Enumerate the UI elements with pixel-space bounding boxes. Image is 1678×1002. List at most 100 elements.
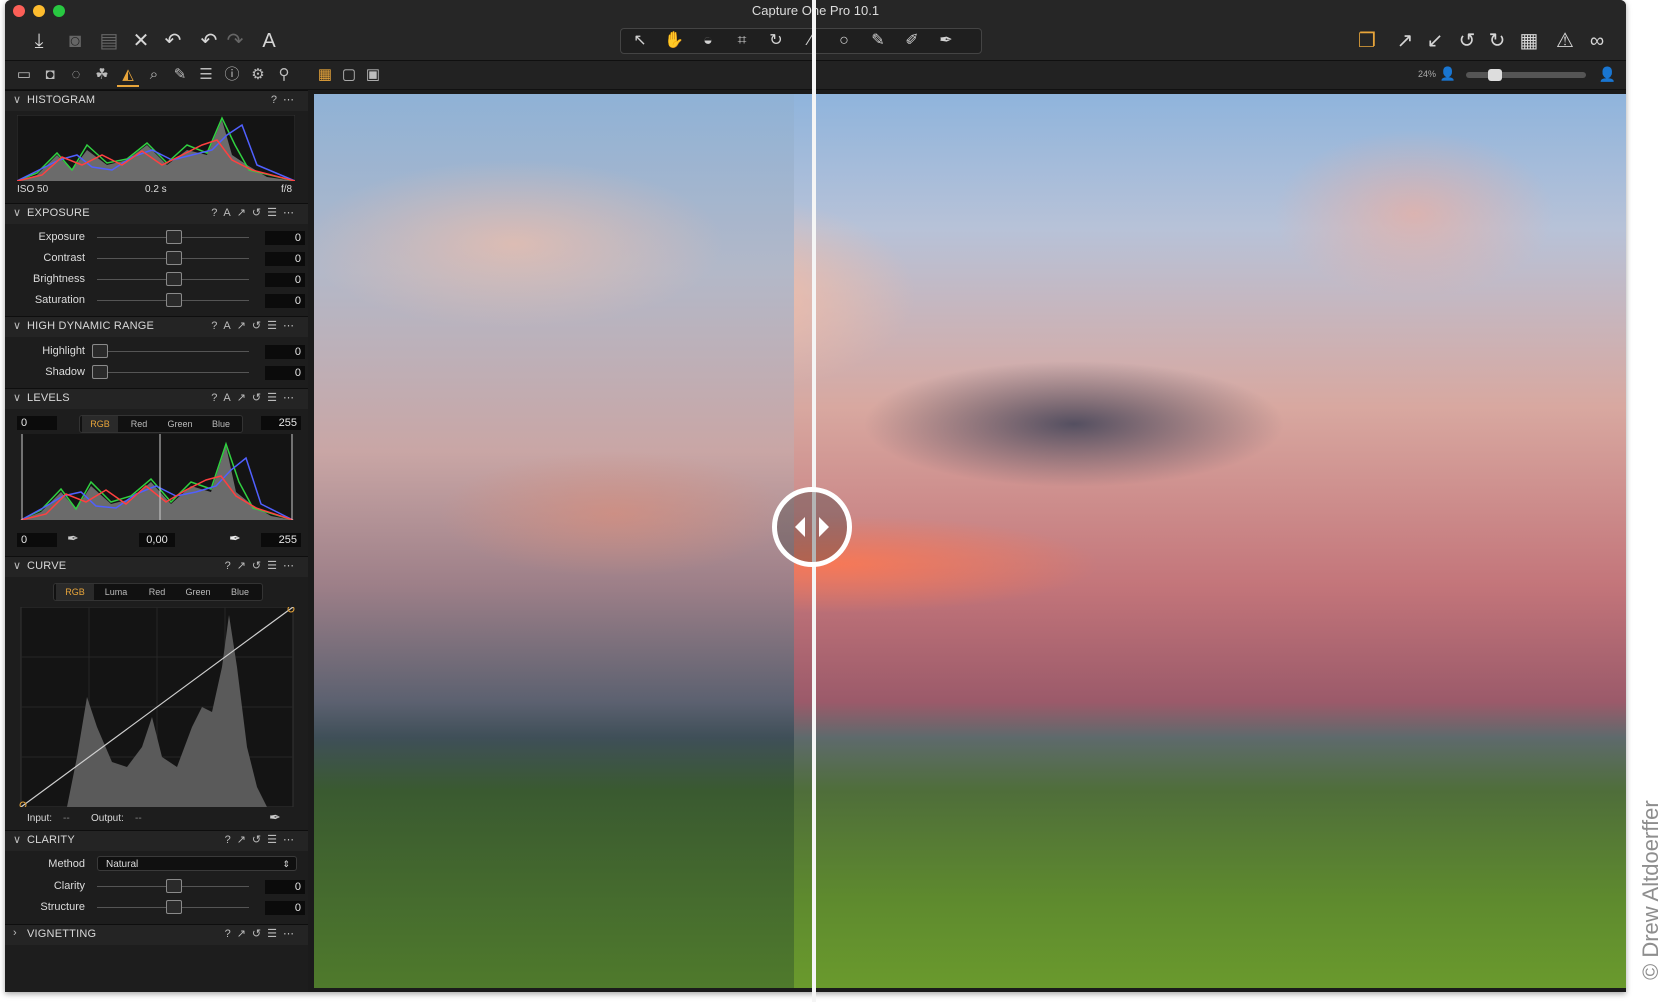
levels-mid-value[interactable]: 0,00 <box>139 533 175 547</box>
levels-channel-blue[interactable]: Blue <box>202 416 240 432</box>
gear-icon[interactable]: ⚙ <box>247 65 269 85</box>
rotate-left-icon[interactable]: ↺ <box>1455 26 1479 56</box>
list-icon[interactable]: ☰ <box>195 65 217 85</box>
close-window-button[interactable] <box>13 5 25 17</box>
glasses-icon[interactable]: ∞ <box>1585 26 1609 56</box>
rotate-icon[interactable]: ↻ <box>761 29 791 53</box>
shadow-value[interactable]: 0 <box>265 366 305 380</box>
pan-icon[interactable]: ✋ <box>659 29 689 53</box>
info-icon[interactable]: ⓘ <box>221 65 243 85</box>
clarity-value[interactable]: 0 <box>265 880 305 894</box>
contrast-value[interactable]: 0 <box>265 252 305 266</box>
grid-view-icon[interactable]: ▦ <box>314 65 336 85</box>
hdr-header-icons[interactable]: ?A↗↺☰⋯ <box>211 319 300 332</box>
curve-channel-red[interactable]: Red <box>138 584 176 600</box>
compare-split-handle[interactable] <box>772 487 852 567</box>
structure-value[interactable]: 0 <box>265 901 305 915</box>
crop-icon[interactable]: ⌗ <box>727 29 757 53</box>
saturation-slider[interactable] <box>166 293 182 307</box>
levels-low-input[interactable]: 0 <box>17 416 57 430</box>
single-view-icon[interactable]: ▢ <box>338 65 360 85</box>
chevron-down-icon[interactable]: ∨ <box>13 93 21 106</box>
pencil-icon[interactable]: ✎ <box>169 65 191 85</box>
pipeline-icon[interactable]: ⚲ <box>273 65 295 85</box>
search-icon[interactable]: ⌕ <box>143 65 165 85</box>
levels-low-output[interactable]: 0 <box>17 533 57 547</box>
clarity-header-icons[interactable]: ?↗↺☰⋯ <box>225 833 300 846</box>
cursor-tools-group: ↖ ✋ ◒ ⌗ ↻ ⁄ ○ ✎ ✐ ✒ <box>620 28 982 54</box>
image-viewer[interactable] <box>308 90 1626 992</box>
brightness-slider[interactable] <box>166 272 182 286</box>
exposure-icon[interactable]: ◭ <box>117 65 139 87</box>
hdr-tool: ∨ HIGH DYNAMIC RANGE ?A↗↺☰⋯ Highlight 0 … <box>5 316 308 387</box>
shadow-slider[interactable] <box>92 365 108 379</box>
levels-high-output[interactable]: 255 <box>261 533 301 547</box>
collapse-icon[interactable]: ↙ <box>1423 26 1447 56</box>
grid-icon[interactable]: ▦ <box>1517 26 1541 56</box>
zoom-window-button[interactable] <box>53 5 65 17</box>
import-icon[interactable]: ⤓ <box>27 26 51 56</box>
camera-icon[interactable]: ◘ <box>39 65 61 85</box>
stack-icon[interactable]: ❐ <box>1355 26 1379 56</box>
undo-icon-2[interactable]: ↶ <box>197 26 221 56</box>
warning-icon[interactable]: ⚠ <box>1553 26 1577 56</box>
zoom-slider[interactable] <box>1466 69 1586 81</box>
curve-channel-rgb[interactable]: RGB <box>56 584 94 600</box>
text-icon[interactable]: A <box>257 26 281 56</box>
structure-slider[interactable] <box>166 900 182 914</box>
highlight-slider[interactable] <box>92 344 108 358</box>
levels-channel-red[interactable]: Red <box>120 416 158 432</box>
eyedropper-white-icon[interactable]: ✒ <box>229 530 241 547</box>
chevron-down-icon[interactable]: ∨ <box>13 206 21 219</box>
loupe-icon[interactable]: ◒ <box>693 29 723 53</box>
spot-icon[interactable]: ○ <box>829 29 859 53</box>
chevron-down-icon[interactable]: ∨ <box>13 559 21 572</box>
highlight-value[interactable]: 0 <box>265 345 305 359</box>
select-icon[interactable]: ↖ <box>625 29 655 53</box>
levels-high-input[interactable]: 255 <box>261 416 301 430</box>
lens-icon[interactable]: ◌ <box>65 65 87 85</box>
curve-header-icons[interactable]: ?↗↺☰⋯ <box>225 559 300 572</box>
vignetting-header-icons[interactable]: ?↗↺☰⋯ <box>225 927 300 940</box>
clarity-method-select[interactable]: Natural ⇕ <box>97 856 297 871</box>
rotate-right-icon[interactable]: ↻ <box>1485 26 1509 56</box>
curve-channel-green[interactable]: Green <box>178 584 218 600</box>
curve-graph[interactable] <box>17 607 297 807</box>
chevron-down-icon[interactable]: ∨ <box>13 833 21 846</box>
exposure-slider[interactable] <box>166 230 182 244</box>
chevron-right-icon[interactable]: › <box>13 927 17 939</box>
eyedropper-black-icon[interactable]: ✒ <box>67 530 79 547</box>
brush-icon[interactable]: ✎ <box>863 29 893 53</box>
capture-icon[interactable]: ◙ <box>63 26 87 56</box>
exposure-value[interactable]: 0 <box>265 231 305 245</box>
levels-channel-rgb[interactable]: RGB <box>82 416 118 432</box>
straighten-icon[interactable]: ⁄ <box>795 29 825 53</box>
chevron-down-icon[interactable]: ∨ <box>13 319 21 332</box>
clarity-slider[interactable] <box>166 879 182 893</box>
picker-icon[interactable]: ✒ <box>931 29 961 53</box>
levels-header-icons[interactable]: ?A↗↺☰⋯ <box>211 391 300 404</box>
vignetting-tool: › VIGNETTING ?↗↺☰⋯ <box>5 924 308 949</box>
color-icon[interactable]: ☘ <box>91 65 113 85</box>
chevron-down-icon[interactable]: ∨ <box>13 391 21 404</box>
contrast-slider[interactable] <box>166 251 182 265</box>
exposure-header-icons[interactable]: ?A↗↺☰⋯ <box>211 206 300 219</box>
camera-icon[interactable]: ▤ <box>97 26 121 56</box>
expand-icon[interactable]: ↗ <box>1393 26 1417 56</box>
redo-icon[interactable]: ↷ <box>223 26 247 56</box>
curve-channel-luma[interactable]: Luma <box>96 584 136 600</box>
photo-canvas[interactable] <box>314 94 1626 988</box>
curve-picker-icon[interactable]: ✒ <box>269 809 281 826</box>
curve-channel-blue[interactable]: Blue <box>220 584 260 600</box>
folder-icon[interactable]: ▭ <box>13 65 35 85</box>
undo-icon[interactable]: ↶ <box>161 26 185 56</box>
delete-icon[interactable]: ✕ <box>129 26 153 56</box>
levels-channel-green[interactable]: Green <box>160 416 200 432</box>
minimize-window-button[interactable] <box>33 5 45 17</box>
brightness-value[interactable]: 0 <box>265 273 305 287</box>
zoom-slider-knob[interactable] <box>1488 69 1502 81</box>
eraser-icon[interactable]: ✐ <box>897 29 927 53</box>
saturation-value[interactable]: 0 <box>265 294 305 308</box>
compare-view-icon[interactable]: ▣ <box>362 65 384 85</box>
histogram-header-icons[interactable]: ?⋯ <box>271 93 300 106</box>
